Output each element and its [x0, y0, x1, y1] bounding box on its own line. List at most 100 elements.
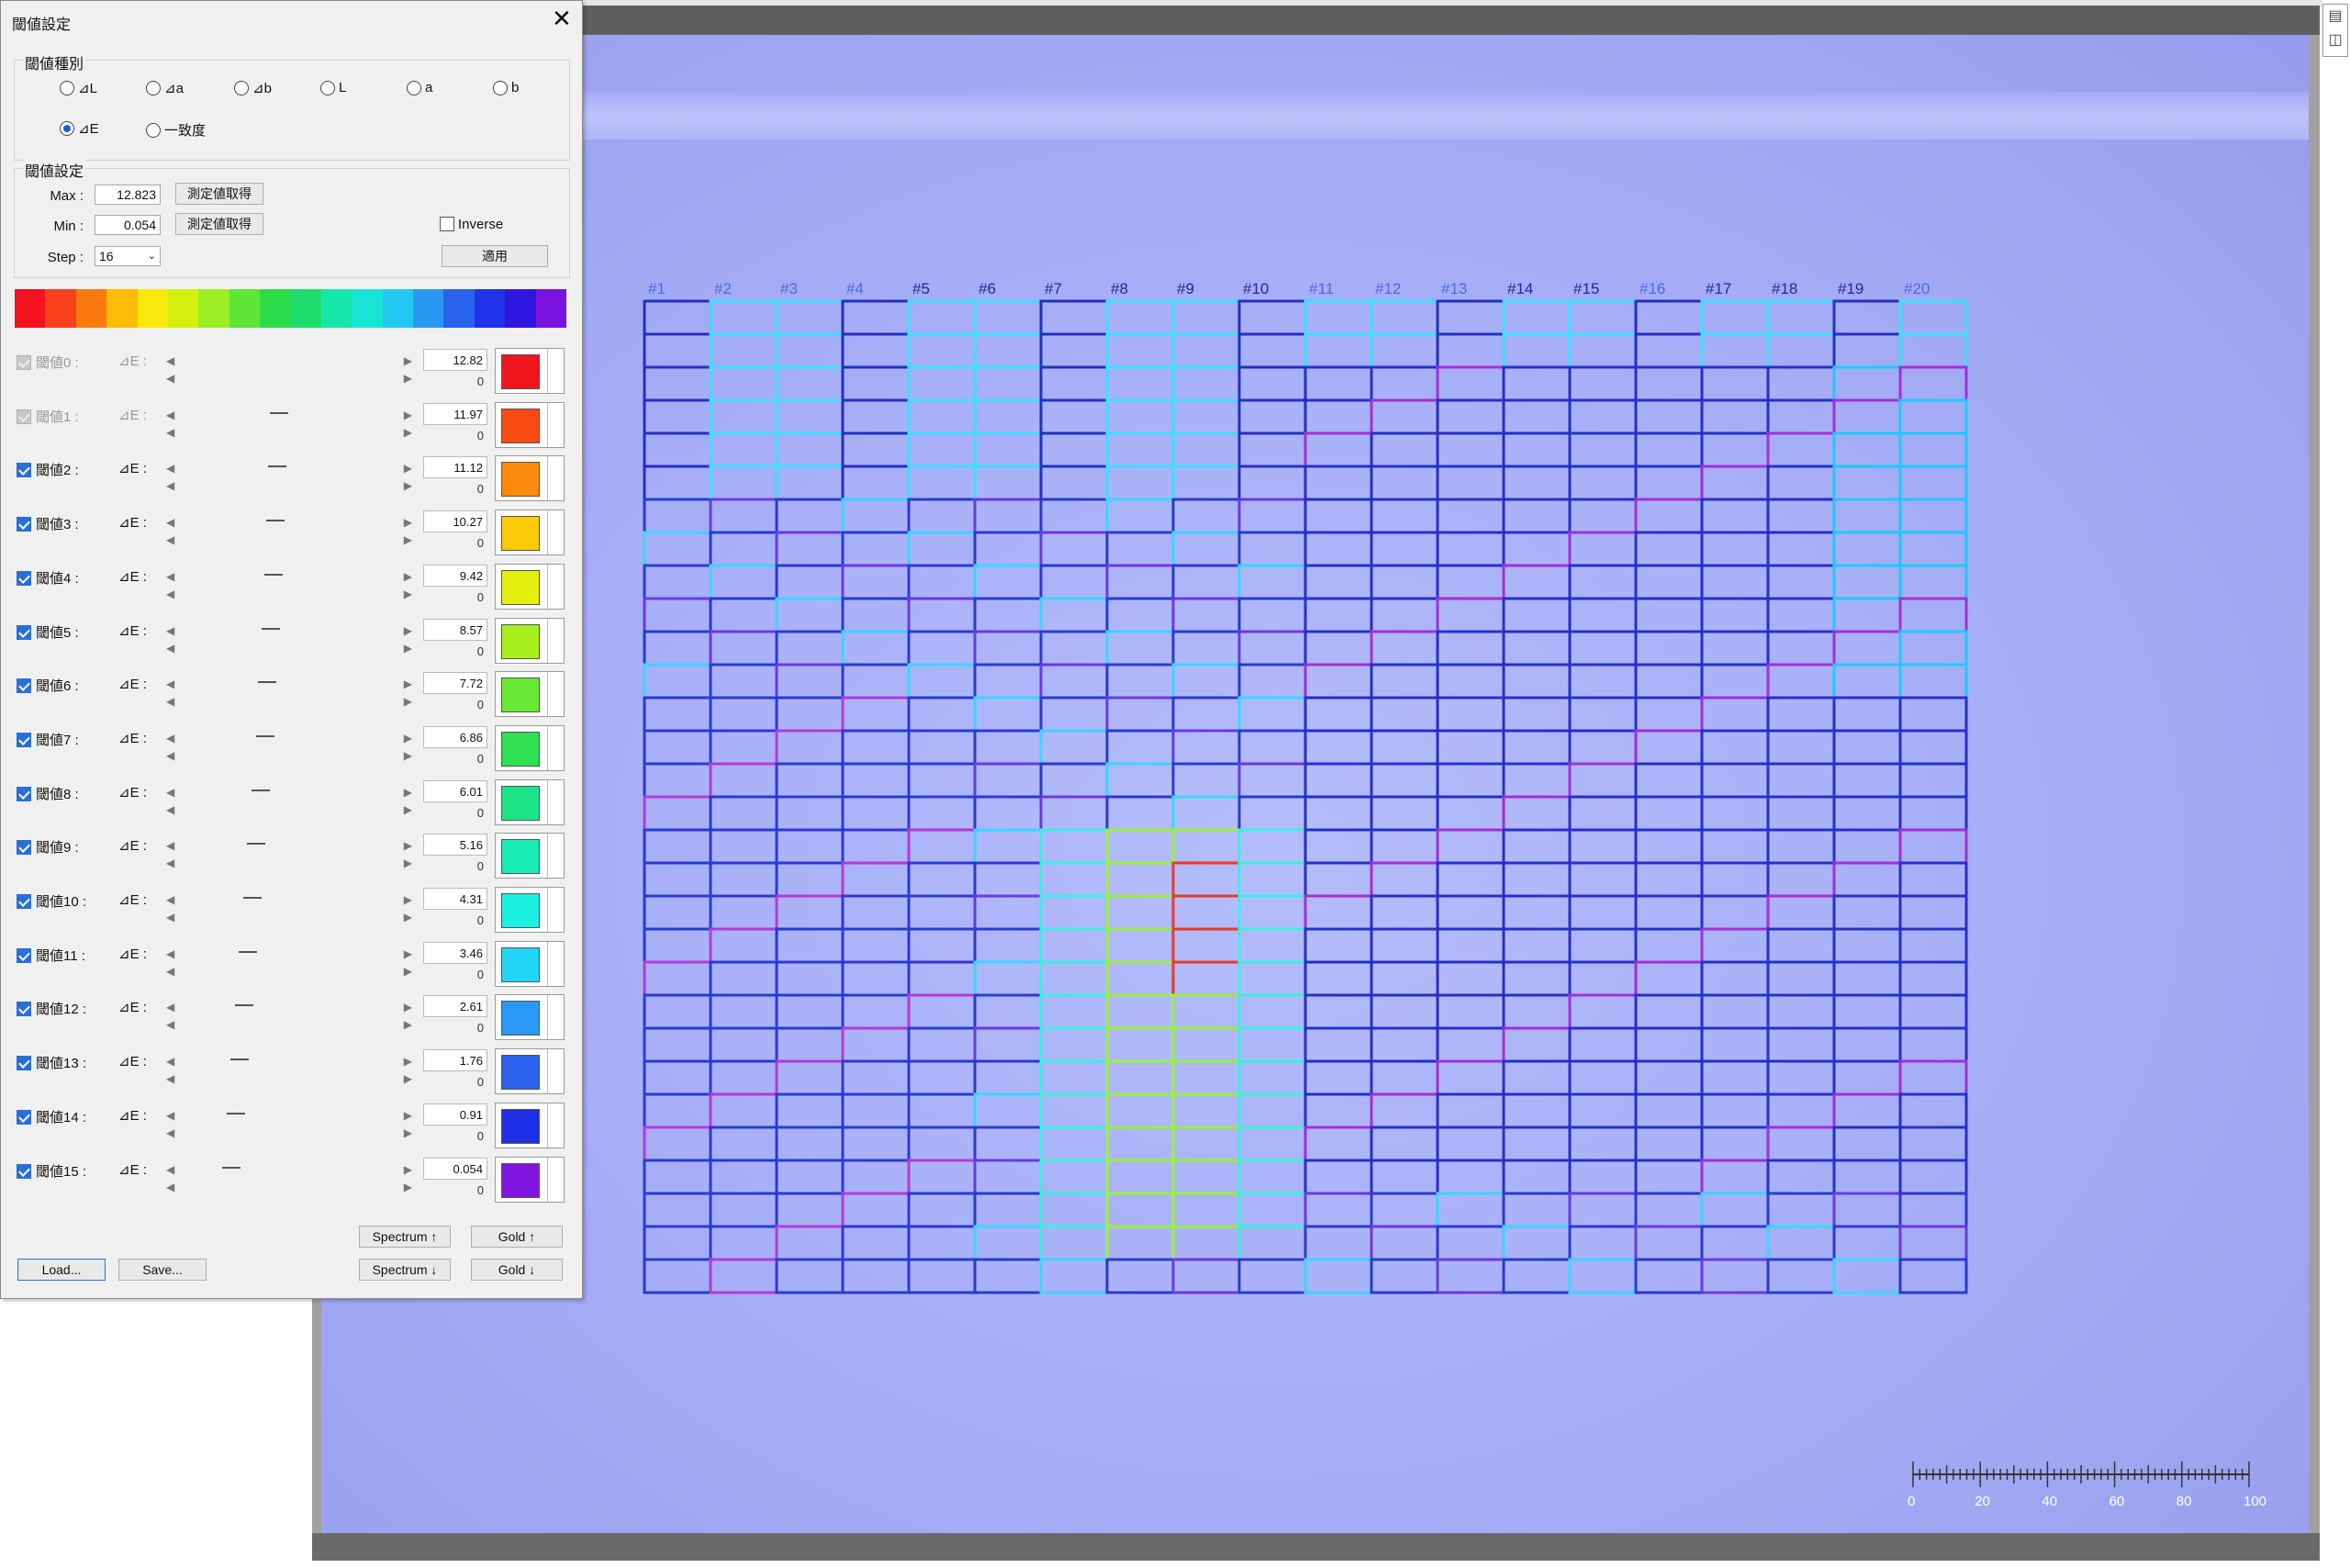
grid-cell[interactable]	[1568, 365, 1638, 402]
grid-cell[interactable]	[709, 332, 778, 369]
grid-cell[interactable]	[907, 498, 977, 534]
grid-cell[interactable]	[775, 795, 845, 832]
slider-right-arrow-icon[interactable]: ▶	[404, 516, 412, 529]
grid-cell[interactable]	[643, 1159, 712, 1195]
grid-cell[interactable]	[973, 993, 1043, 1030]
grid-cell[interactable]	[1898, 365, 1968, 402]
grid-cell[interactable]	[1436, 729, 1505, 766]
min-slider[interactable]: ◀ ▶	[166, 588, 412, 600]
grid-cell[interactable]	[1898, 498, 1968, 534]
grid-cell[interactable]	[1105, 630, 1175, 666]
grid-cell[interactable]	[1105, 993, 1175, 1030]
grid-cell[interactable]	[1766, 564, 1836, 600]
grid-cell[interactable]	[1568, 531, 1638, 567]
grid-cell[interactable]	[1039, 332, 1109, 369]
grid-cell[interactable]	[1171, 365, 1241, 402]
slider-thumb[interactable]	[255, 734, 274, 737]
max-slider[interactable]: ◀ ▶	[166, 786, 412, 799]
grid-cell[interactable]	[973, 431, 1043, 468]
grid-cell[interactable]	[1171, 498, 1241, 534]
slider-right-arrow-icon[interactable]: ▶	[404, 803, 412, 816]
grid-cell[interactable]	[1766, 663, 1836, 700]
grid-cell[interactable]	[1237, 1192, 1307, 1228]
grid-cell[interactable]	[1436, 762, 1505, 799]
grid-cell[interactable]	[1832, 729, 1902, 766]
grid-cell[interactable]	[841, 498, 911, 534]
max-slider[interactable]: ◀ ▶	[166, 732, 412, 745]
grid-cell[interactable]	[1568, 498, 1638, 534]
grid-cell[interactable]	[1039, 993, 1109, 1030]
grid-cell[interactable]	[1502, 597, 1572, 633]
slider-right-arrow-icon[interactable]: ▶	[404, 732, 412, 745]
swatch-dropdown[interactable]	[547, 1049, 564, 1094]
grid-cell[interactable]	[1237, 299, 1307, 336]
slider-left-arrow-icon[interactable]: ◀	[166, 1181, 174, 1193]
grid-cell[interactable]	[1502, 498, 1572, 534]
grid-cell[interactable]	[1832, 1059, 1902, 1096]
threshold-value[interactable]: 5.16	[423, 834, 487, 857]
grid-cell[interactable]	[1568, 663, 1638, 700]
min-slider[interactable]: ◀ ▶	[166, 372, 412, 385]
grid-cell[interactable]	[1370, 861, 1439, 898]
grid-cell[interactable]	[1766, 597, 1836, 633]
grid-cell[interactable]	[1568, 795, 1638, 832]
grid-cell[interactable]	[841, 696, 911, 733]
grid-cell[interactable]	[1700, 398, 1770, 435]
grid-cell[interactable]	[709, 431, 778, 468]
grid-cell[interactable]	[1304, 531, 1373, 567]
grid-cell[interactable]	[1898, 1159, 1968, 1195]
swatch-dropdown[interactable]	[547, 402, 564, 447]
grid-cell[interactable]	[775, 1059, 845, 1096]
grid-cell[interactable]	[1568, 828, 1638, 865]
grid-cell[interactable]	[1039, 861, 1109, 898]
grid-cell[interactable]	[1700, 1159, 1770, 1195]
grid-cell[interactable]	[841, 729, 911, 766]
grid-cell[interactable]	[709, 531, 778, 567]
grid-cell[interactable]	[1039, 630, 1109, 666]
swatch-dropdown[interactable]	[547, 618, 564, 663]
grid-cell[interactable]	[1634, 431, 1704, 468]
color-swatch[interactable]	[495, 1156, 565, 1203]
grid-cell[interactable]	[643, 729, 712, 766]
grid-cell[interactable]	[709, 498, 778, 534]
grid-cell[interactable]	[709, 365, 778, 402]
grid-cell[interactable]	[1766, 1059, 1836, 1096]
slider-right-arrow-icon[interactable]: ▶	[404, 695, 412, 708]
min-slider[interactable]: ◀ ▶	[166, 1018, 412, 1031]
slider-right-arrow-icon[interactable]: ▶	[404, 839, 412, 852]
grid-cell[interactable]	[1634, 993, 1704, 1030]
grid-cell[interactable]	[1436, 597, 1505, 633]
grid-cell[interactable]	[1039, 1258, 1109, 1294]
threshold-value[interactable]: 0.91	[423, 1103, 487, 1126]
grid-cell[interactable]	[841, 1059, 911, 1096]
slider-thumb[interactable]	[265, 520, 285, 522]
grid-cell[interactable]	[1436, 1159, 1505, 1195]
slider-right-arrow-icon[interactable]: ▶	[404, 1181, 412, 1193]
slider-left-arrow-icon[interactable]: ◀	[166, 624, 174, 637]
grid-cell[interactable]	[643, 828, 712, 865]
grid-cell[interactable]	[1502, 927, 1572, 964]
grid-cell[interactable]	[1171, 1192, 1241, 1228]
slider-left-arrow-icon[interactable]: ◀	[166, 1055, 174, 1068]
grid-cell[interactable]	[1568, 1126, 1638, 1162]
grid-cell[interactable]	[775, 1258, 845, 1294]
grid-cell[interactable]	[1304, 1092, 1373, 1129]
grid-cell[interactable]	[1237, 663, 1307, 700]
grid-cell[interactable]	[1370, 531, 1439, 567]
grid-cell[interactable]	[1436, 1092, 1505, 1129]
grid-cell[interactable]	[1766, 1126, 1836, 1162]
slider-right-arrow-icon[interactable]: ▶	[404, 678, 412, 690]
threshold-type-radio[interactable]: ⊿E	[60, 120, 99, 137]
grid-cell[interactable]	[1436, 696, 1505, 733]
threshold-value[interactable]: 10.27	[423, 510, 487, 533]
grid-cell[interactable]	[643, 1258, 712, 1294]
grid-cell[interactable]	[1105, 1092, 1175, 1129]
grid-cell[interactable]	[775, 1225, 845, 1261]
grid-cell[interactable]	[1700, 762, 1770, 799]
slider-right-arrow-icon[interactable]: ▶	[404, 570, 412, 583]
grid-cell[interactable]	[1039, 894, 1109, 931]
grid-cell[interactable]	[1039, 828, 1109, 865]
grid-cell[interactable]	[643, 960, 712, 997]
grid-cell[interactable]	[973, 1159, 1043, 1195]
radio-dot[interactable]	[234, 81, 249, 95]
